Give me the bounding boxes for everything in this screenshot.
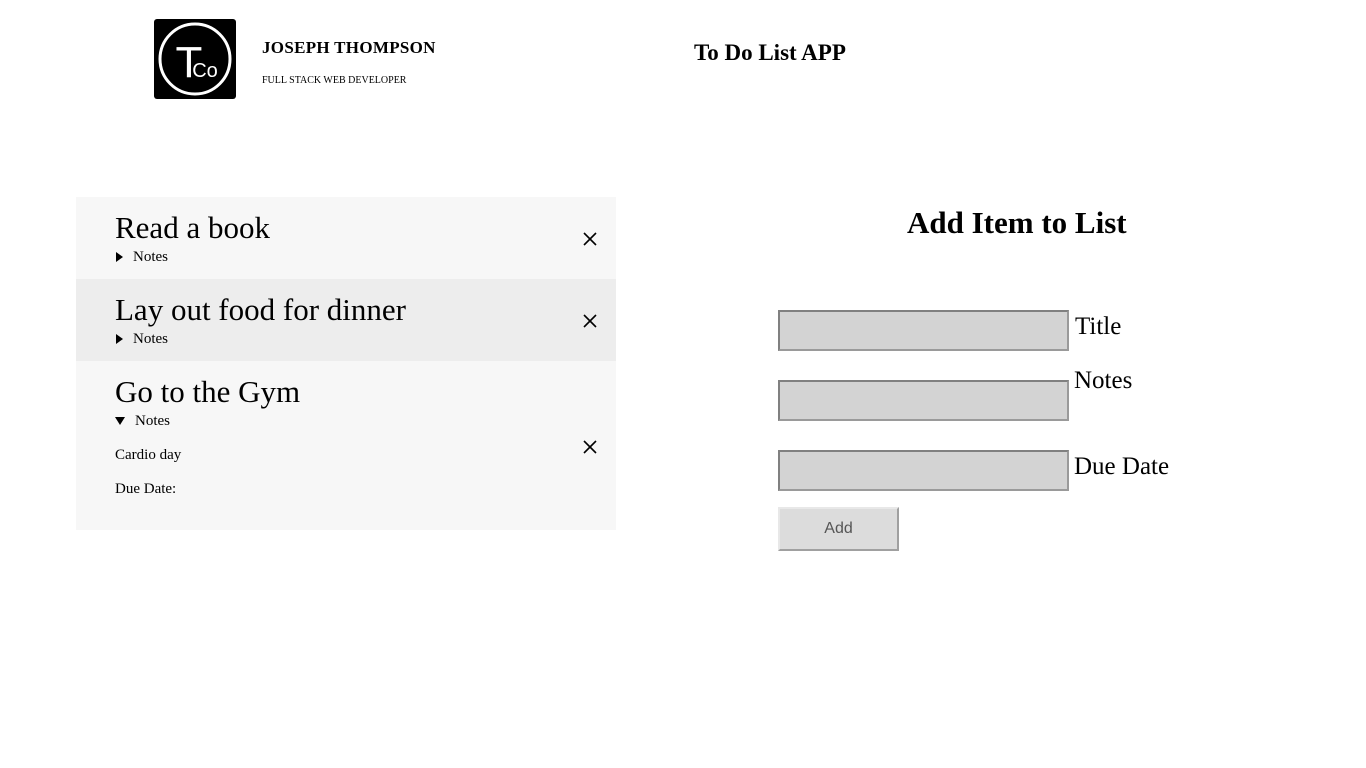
close-icon: [583, 440, 597, 454]
developer-name: JOSEPH THOMPSON: [262, 38, 436, 57]
todo-note: Cardio day: [115, 447, 182, 463]
due-date-input[interactable]: [778, 450, 1069, 491]
app-title: To Do List APP: [694, 40, 846, 65]
delete-item-button[interactable]: [582, 231, 598, 247]
triangle-right-icon: [116, 334, 123, 344]
notes-toggle[interactable]: Notes: [115, 330, 616, 348]
triangle-right-icon: [116, 252, 123, 262]
todo-item: Go to the Gym Notes Cardio day Due Date:: [76, 361, 616, 530]
delete-item-button[interactable]: [582, 313, 598, 329]
todo-item: Lay out food for dinner Notes: [76, 279, 616, 361]
todo-due-date: Due Date:: [115, 481, 177, 497]
logo: T Co: [154, 19, 236, 99]
close-icon: [583, 314, 597, 328]
developer-tagline: FULL STACK WEB DEVELOPER: [262, 75, 407, 86]
notes-toggle[interactable]: Notes: [115, 248, 616, 266]
title-label: Title: [1075, 313, 1122, 340]
todo-title: Read a book: [115, 210, 270, 245]
notes-toggle-label: Notes: [135, 412, 170, 429]
notes-toggle-label: Notes: [133, 330, 168, 347]
close-icon: [583, 232, 597, 246]
triangle-down-icon: [115, 417, 125, 425]
logo-sub-letters: Co: [192, 60, 218, 82]
delete-item-button[interactable]: [582, 439, 598, 455]
form-title: Add Item to List: [907, 205, 1127, 240]
add-button[interactable]: Add: [778, 507, 899, 551]
due-date-label: Due Date: [1074, 453, 1170, 480]
notes-toggle[interactable]: Notes: [115, 412, 616, 430]
title-input[interactable]: [778, 310, 1069, 351]
todo-title: Go to the Gym: [115, 374, 301, 409]
notes-toggle-label: Notes: [133, 248, 168, 265]
todo-item: Read a book Notes: [76, 197, 616, 279]
todo-title: Lay out food for dinner: [115, 292, 406, 327]
notes-input[interactable]: [778, 380, 1069, 421]
notes-label: Notes: [1074, 367, 1133, 394]
todo-list: Read a book Notes Lay out food for dinne…: [76, 197, 616, 530]
